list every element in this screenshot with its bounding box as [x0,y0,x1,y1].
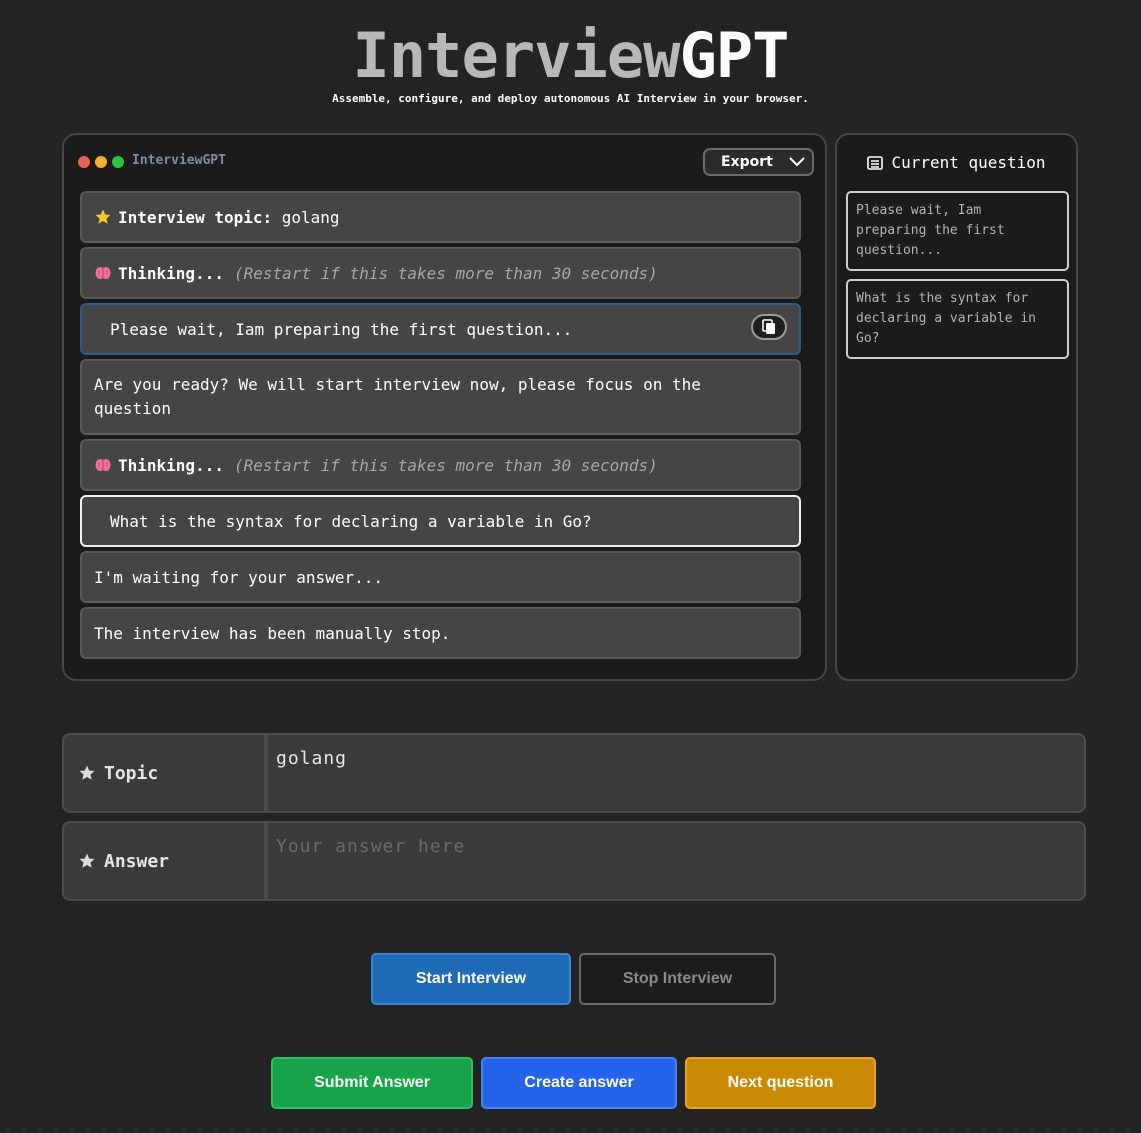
topic-label-text: Topic [104,762,159,784]
thinking-label: Thinking... [118,263,224,283]
panel-title-text: Current question [891,153,1046,172]
topic-field: Topic golang [62,733,1086,813]
current-question-panel: Current question Please wait, Iam prepar… [835,133,1078,681]
brain-icon [95,459,111,471]
export-label: Export [721,154,773,170]
star-icon [95,209,111,224]
next-question-button[interactable]: Next question [685,1057,876,1109]
topic-label: Interview topic: [118,207,273,227]
minimize-dot[interactable] [95,156,107,168]
chat-window: InterviewGPT Export Interview topic: gol… [62,133,827,681]
answer-label: Answer [64,823,266,899]
message-topic: Interview topic: golang [80,191,801,243]
copy-icon [762,319,775,334]
topic-value: golang [281,207,340,227]
answer-input[interactable] [268,823,1084,899]
copy-button[interactable] [751,314,787,340]
message-text: I'm waiting for your answer... [94,567,383,587]
topic-input[interactable]: golang [268,735,1084,811]
question-card[interactable]: What is the syntax for declaring a varia… [846,279,1069,359]
stop-interview-button[interactable]: Stop Interview [579,953,776,1005]
thinking-note: (Restart if this takes more than 30 seco… [233,263,658,283]
create-answer-button[interactable]: Create answer [481,1057,677,1109]
app-title-part2: GPT [679,19,789,92]
app-title: InterviewGPT [0,22,1141,90]
brain-icon [95,267,111,279]
chevron-down-icon [789,157,805,167]
panel-title: Current question [837,153,1076,172]
thinking-note: (Restart if this takes more than 30 seco… [233,455,658,475]
star-icon [79,765,95,780]
message-bot: I'm waiting for your answer... [80,551,801,603]
window-title: InterviewGPT [132,153,226,168]
topic-label: Topic [64,735,266,811]
thinking-label: Thinking... [118,455,224,475]
start-interview-button[interactable]: Start Interview [371,953,571,1005]
message-text: What is the syntax for declaring a varia… [110,511,592,531]
submit-answer-button[interactable]: Submit Answer [271,1057,473,1109]
message-bot: Please wait, Iam preparing the first que… [80,303,801,355]
close-dot[interactable] [78,156,90,168]
message-thinking: Thinking... (Restart if this takes more t… [80,439,801,491]
message-bot: Are you ready? We will start interview n… [80,359,801,435]
answer-label-text: Answer [104,850,170,872]
app-title-part1: Interview [352,19,681,92]
message-thinking: Thinking... (Restart if this takes more t… [80,247,801,299]
message-text: Are you ready? We will start interview n… [94,375,701,418]
app-subtitle: Assemble, configure, and deploy autonomo… [332,92,809,105]
message-question: What is the syntax for declaring a varia… [80,495,801,547]
page-header: InterviewGPT Assemble, configure, and de… [0,22,1141,106]
message-text: The interview has been manually stop. [94,623,451,643]
answer-field: Answer [62,821,1086,901]
message-bot: The interview has been manually stop. [80,607,801,659]
message-text: Please wait, Iam preparing the first que… [110,319,573,339]
question-card[interactable]: Please wait, Iam preparing the first que… [846,191,1069,271]
list-icon [867,155,884,170]
window-controls [78,156,124,168]
maximize-dot[interactable] [112,156,124,168]
star-icon [79,853,95,868]
export-button[interactable]: Export [703,148,814,176]
